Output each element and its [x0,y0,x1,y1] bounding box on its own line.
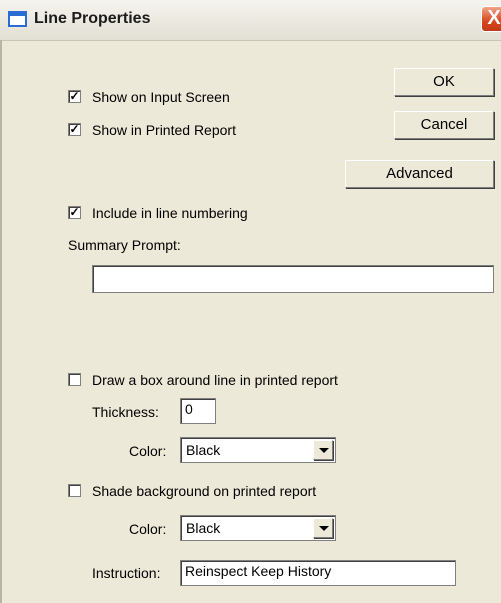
shade-color-label: Color: [129,521,167,537]
shade-color-value: Black [186,520,221,536]
window-title: Line Properties [34,10,151,27]
show-input-checkbox[interactable]: ✓ [68,90,81,103]
summary-prompt-input[interactable] [92,265,494,293]
instruction-input[interactable]: Reinspect Keep History [180,560,456,586]
draw-box-label: Draw a box around line in printed report [92,372,338,388]
window-border [0,40,2,603]
thickness-input[interactable]: 0 [180,398,216,424]
show-input-label: Show on Input Screen [92,89,230,105]
cancel-button[interactable]: Cancel [394,111,494,139]
advanced-button[interactable]: Advanced [345,160,494,188]
line-numbering-label: Include in line numbering [92,205,248,221]
close-button[interactable]: X [481,6,501,32]
thickness-label: Thickness: [92,404,159,420]
chevron-down-icon[interactable] [313,440,333,460]
instruction-label: Instruction: [92,565,161,581]
draw-box-checkbox[interactable] [68,373,81,386]
ok-button[interactable]: OK [394,68,494,96]
box-color-label: Color: [129,443,167,459]
shade-color-select[interactable]: Black [180,515,336,541]
summary-prompt-label: Summary Prompt: [68,237,181,253]
shade-bg-label: Shade background on printed report [92,483,317,499]
shade-bg-checkbox[interactable] [68,484,81,497]
box-color-value: Black [186,442,221,458]
box-color-select[interactable]: Black [180,437,336,463]
show-printed-label: Show in Printed Report [92,122,236,138]
title-bar: Line Properties X [0,0,501,41]
window-icon [8,11,27,27]
chevron-down-icon[interactable] [313,518,333,538]
show-printed-checkbox[interactable]: ✓ [68,123,81,136]
line-numbering-checkbox[interactable]: ✓ [68,206,81,219]
